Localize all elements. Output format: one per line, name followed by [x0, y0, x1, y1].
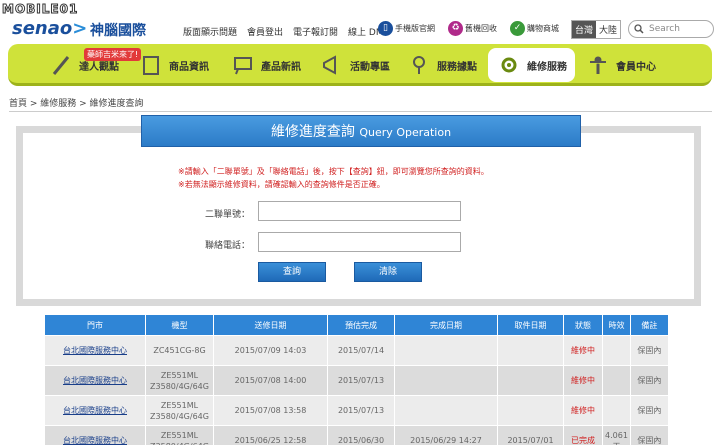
phone-input[interactable]: [258, 232, 461, 252]
phone-icon: ▯: [378, 21, 393, 36]
table-header-row: 門市 機型 送修日期 預估完成 完成日期 取件日期 狀態 時效 備註: [44, 314, 669, 336]
cell-note: 保固內: [629, 365, 669, 396]
nav-news[interactable]: 產品新訊: [230, 48, 301, 82]
cell-model: ZE551ML Z3580/4G/64G: [145, 365, 214, 396]
cell-sent-date: 2015/07/08 13:58: [213, 395, 328, 426]
cell-pickup-date: [497, 335, 564, 366]
col-estimate: 預估完成: [327, 314, 395, 336]
cell-sent-date: 2015/07/09 14:03: [213, 335, 328, 366]
chat-icon: [230, 52, 256, 78]
col-model: 機型: [145, 314, 214, 336]
cell-estimate: 2015/06/30: [327, 425, 395, 445]
mobile-site-link[interactable]: ▯ 手機版官網: [378, 21, 435, 36]
panel-title: 維修進度查詢 Query Operation: [141, 115, 581, 147]
recycle-icon: ♻: [448, 21, 463, 36]
col-status: 狀態: [563, 314, 603, 336]
table-row: 台北國際服務中心 ZE551ML Z3580/4G/64G 2015/07/08 1…: [44, 395, 669, 426]
divider: [9, 111, 712, 112]
cell-estimate: 2015/07/14: [327, 335, 395, 366]
clear-button[interactable]: 清除: [354, 262, 422, 282]
shop-link[interactable]: ✓ 購物商城: [510, 21, 559, 36]
gear-icon: [496, 52, 522, 78]
cell-complete-date: 2015/06/29 14:27: [394, 425, 498, 445]
cell-note: 保固內: [629, 425, 669, 445]
main-nav: 藥師吉米來了! 達人觀點 商品資訊 產品新訊 活動專區 服務據點 維修服務 會員…: [8, 44, 712, 86]
col-complete-date: 完成日期: [394, 314, 498, 336]
person-icon: [585, 52, 611, 78]
cell-estimate: 2015/07/13: [327, 365, 395, 396]
order-number-input[interactable]: [258, 201, 461, 221]
cell-sent-date: 2015/07/08 14:00: [213, 365, 328, 396]
nav-repair[interactable]: 維修服務: [488, 48, 575, 82]
cell-duration: [602, 395, 631, 426]
cell-status: 維修中: [563, 395, 603, 426]
instructions: ※請輸入「二聯單號」及「聯絡電話」後，按下【查詢】鈕，即可瀏覽您所查詢的資料。 …: [178, 165, 489, 191]
nav-expert[interactable]: 達人觀點: [48, 48, 119, 82]
col-duration: 時效: [602, 314, 631, 336]
cell-pickup-date: 2015/07/01: [497, 425, 564, 445]
watermark-logo: MOBILE01: [1, 2, 79, 17]
cell-store[interactable]: 台北國際服務中心: [44, 425, 146, 445]
col-pickup-date: 取件日期: [497, 314, 564, 336]
cell-estimate: 2015/07/13: [327, 395, 395, 426]
table-row: 台北國際服務中心 ZC451CG-8G 2015/07/09 14:03 2015/0…: [44, 335, 669, 366]
cell-note: 保固內: [629, 335, 669, 366]
nav-products[interactable]: 商品資訊: [138, 48, 209, 82]
col-note: 備註: [629, 314, 669, 336]
cell-duration: [602, 365, 631, 396]
cell-complete-date: [394, 335, 498, 366]
document-icon: [138, 52, 164, 78]
region-switch: 台灣 大陸: [571, 20, 622, 39]
cell-pickup-date: [497, 395, 564, 426]
recycle-link[interactable]: ♻ 舊機回收: [448, 21, 497, 36]
logout-link[interactable]: 會員登出: [247, 25, 283, 38]
cell-note: 保固內: [629, 395, 669, 426]
search-icon: [634, 24, 644, 34]
cell-store[interactable]: 台北國際服務中心: [44, 395, 146, 426]
search-input[interactable]: Search: [628, 20, 714, 38]
top-links: 版面顯示問題 會員登出 電子報訂閱 線上 DM: [183, 25, 384, 38]
display-issue-link[interactable]: 版面顯示問題: [183, 25, 237, 38]
note-1: ※請輸入「二聯單號」及「聯絡電話」後，按下【查詢】鈕，即可瀏覽您所查詢的資料。: [178, 167, 489, 176]
cell-model: ZE551ML Z3580/4G/64G: [145, 395, 214, 426]
nav-events[interactable]: 活動專區: [319, 48, 390, 82]
query-button[interactable]: 查詢: [258, 262, 326, 282]
table-row: 台北國際服務中心ZE551ML Z3580/4G/64G2015/06/25 1…: [44, 425, 669, 445]
phone-label: 聯絡電話：: [205, 241, 251, 251]
cell-sent-date: 2015/06/25 12:58: [213, 425, 328, 445]
top-header: senao> 神腦國際 版面顯示問題 會員登出 電子報訂閱 線上 DM ▯ 手機…: [0, 0, 720, 44]
cell-pickup-date: [497, 365, 564, 396]
cart-icon: ✓: [510, 21, 525, 36]
cell-complete-date: [394, 365, 498, 396]
cell-duration: [602, 335, 631, 366]
col-sent-date: 送修日期: [213, 314, 328, 336]
region-taiwan[interactable]: 台灣: [572, 21, 597, 38]
table-row: 台北國際服務中心 ZE551ML Z3580/4G/64G 2015/07/08 1…: [44, 365, 669, 396]
cell-status: 維修中: [563, 335, 603, 366]
cell-duration: 4.061 天: [602, 425, 631, 445]
col-store: 門市: [44, 314, 146, 336]
nav-locations[interactable]: 服務據點: [406, 48, 477, 82]
cell-model: ZE551ML Z3580/4G/64G: [145, 425, 214, 445]
breadcrumb: 首頁 > 維修服務 > 維修進度查詢: [9, 99, 144, 109]
nav-member[interactable]: 會員中心: [585, 48, 656, 82]
senao-logo[interactable]: senao>: [12, 18, 87, 39]
note-2: ※若無法顯示維修資料，請確認輸入的查詢條件是否正確。: [178, 180, 385, 189]
cell-status: 維修中: [563, 365, 603, 396]
megaphone-icon: [319, 52, 345, 78]
pen-icon: [48, 52, 74, 78]
map-pin-icon: [406, 52, 432, 78]
cell-store[interactable]: 台北國際服務中心: [44, 335, 146, 366]
senao-logo-cn[interactable]: 神腦國際: [90, 20, 146, 40]
region-china[interactable]: 大陸: [596, 21, 620, 38]
order-number-label: 二聯單號：: [205, 210, 251, 220]
cell-complete-date: [394, 395, 498, 426]
cell-store[interactable]: 台北國際服務中心: [44, 365, 146, 396]
newsletter-link[interactable]: 電子報訂閱: [293, 25, 338, 38]
repair-table: 門市 機型 送修日期 預估完成 完成日期 取件日期 狀態 時效 備註 台北國際服…: [44, 314, 669, 445]
cell-model: ZC451CG-8G: [145, 335, 214, 366]
cell-status: 已完成: [563, 425, 603, 445]
